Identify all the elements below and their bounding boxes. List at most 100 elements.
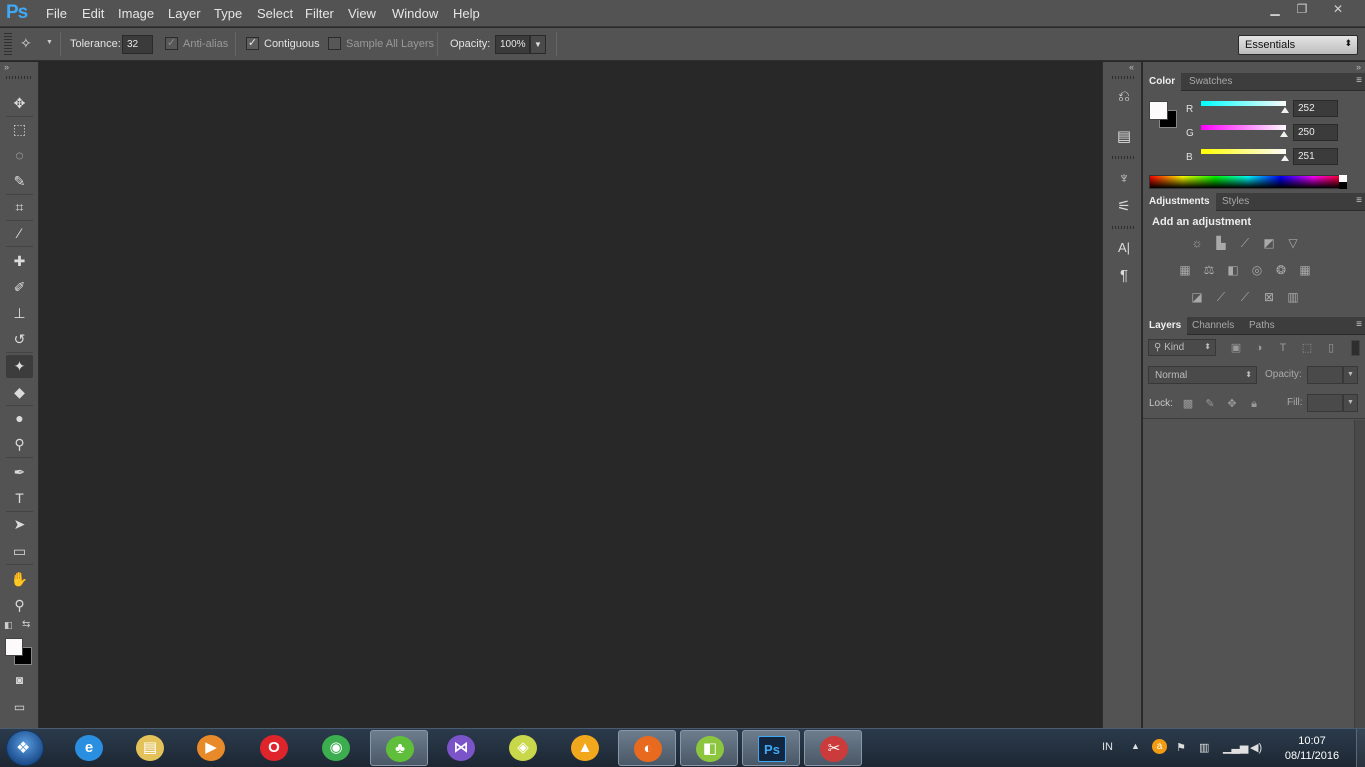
snipping-tool-taskbar-button[interactable]: ✂ [804, 730, 862, 766]
restore-icon[interactable]: ❐ [1291, 2, 1313, 16]
menu-select[interactable]: Select [257, 6, 293, 21]
opacity-input[interactable]: 100% [495, 35, 530, 54]
hue-saturation-icon[interactable]: ▦ [1177, 263, 1193, 277]
system-clock[interactable]: 10:07 08/11/2016 [1278, 734, 1346, 764]
layers-scrollbar[interactable] [1354, 420, 1365, 728]
close-icon[interactable]: ✕ [1327, 2, 1349, 16]
channel-r-slider-thumb[interactable] [1280, 107, 1289, 113]
spectrum-white-chip[interactable] [1339, 175, 1347, 182]
layer-filter-select[interactable]: ⚲ Kind ⬍ [1148, 339, 1216, 356]
black-white-icon[interactable]: ◧ [1225, 263, 1241, 277]
eraser-tool-icon[interactable]: ✦ [6, 355, 33, 378]
marquee-tool-icon[interactable]: ⬚ [6, 118, 33, 141]
photo-filter-icon[interactable]: ◎ [1249, 263, 1265, 277]
levels-icon[interactable]: ▙ [1213, 236, 1229, 250]
adjustment-layer-filter-icon[interactable]: ◑ [1252, 341, 1266, 355]
pixel-layer-filter-icon[interactable]: ▣ [1229, 341, 1243, 355]
media-player-taskbar-button[interactable]: ▶ [182, 730, 240, 766]
blur-tool-icon[interactable]: ● [6, 407, 33, 430]
opera-taskbar-button[interactable]: O [245, 730, 303, 766]
path-selection-tool-icon[interactable]: ➤ [6, 513, 33, 536]
start-button[interactable]: ❖ [6, 730, 44, 766]
opacity-chevron-down-icon[interactable]: ▼ [530, 35, 546, 54]
crop-tool-icon[interactable]: ⌗ [6, 196, 33, 219]
document-canvas-area[interactable] [40, 62, 1101, 728]
filter-toggle-switch[interactable] [1351, 340, 1360, 356]
contiguous-checkbox[interactable]: ✓ [246, 37, 259, 50]
green-app-taskbar-button[interactable]: ◧ [680, 730, 738, 766]
history-brush-tool-icon[interactable]: ↺ [6, 328, 33, 351]
channel-b-slider-thumb[interactable] [1280, 155, 1289, 161]
channel-b-slider[interactable] [1201, 149, 1286, 154]
magic-wand-icon[interactable]: ✧ [20, 35, 32, 52]
menu-view[interactable]: View [348, 6, 376, 21]
menu-type[interactable]: Type [214, 6, 242, 21]
paint-bucket-tool-icon[interactable]: ◆ [6, 381, 33, 404]
antialias-checkbox[interactable]: ✓ [165, 37, 178, 50]
channel-b-value-input[interactable]: 251 [1293, 148, 1338, 165]
quick-mask-icon[interactable]: ◙ [6, 669, 33, 692]
menu-filter[interactable]: Filter [305, 6, 334, 21]
panel-menu-icon[interactable]: ≡ [1356, 75, 1362, 86]
lock-transparent-pixels-icon[interactable]: ▩ [1181, 397, 1195, 411]
fill-input[interactable] [1307, 394, 1343, 412]
volume-icon[interactable]: ◀) [1250, 741, 1262, 754]
photoshop-taskbar-taskbar-button[interactable]: Ps [742, 730, 800, 766]
zoom-tool-icon[interactable]: ⚲ [6, 594, 33, 617]
exposure-icon[interactable]: ◩ [1261, 236, 1277, 250]
paragraph-panel-icon[interactable]: ¶ [1112, 265, 1136, 287]
sample-all-layers-checkbox[interactable] [328, 37, 341, 50]
blend-mode-select[interactable]: Normal ⬍ [1148, 366, 1257, 384]
sticky-notes-taskbar-button[interactable]: ◈ [494, 730, 552, 766]
workspace-select[interactable]: Essentials ⬍ [1238, 35, 1358, 55]
avast-tray-icon[interactable]: a [1152, 739, 1167, 754]
color-foreground-swatch[interactable] [1149, 101, 1168, 120]
lock-image-pixels-icon[interactable]: ✎ [1203, 397, 1217, 411]
history-panel-icon[interactable]: ⎌ [1112, 86, 1136, 108]
vibrance-icon[interactable]: ▽ [1285, 236, 1301, 250]
dock-group-grip[interactable] [1112, 226, 1134, 229]
clone-stamp-tool-icon[interactable]: ⊥ [6, 302, 33, 325]
color-balance-icon[interactable]: ⚖ [1201, 263, 1217, 277]
channel-r-slider[interactable] [1201, 101, 1286, 106]
minimize-icon[interactable]: ▁ [1264, 2, 1286, 16]
show-hidden-icons-chevron-up-icon[interactable]: ▲ [1131, 741, 1140, 751]
type-layer-filter-icon[interactable]: T [1276, 341, 1290, 355]
foreground-color-swatch[interactable] [5, 638, 23, 656]
aimp-taskbar-button[interactable]: ▲ [556, 730, 614, 766]
color-lookup-icon[interactable]: ▦ [1297, 263, 1313, 277]
action-center-flag-icon[interactable]: ⚑ [1176, 741, 1186, 754]
screen-mode-icon[interactable]: ▭ [6, 696, 33, 719]
language-indicator[interactable]: IN [1102, 741, 1113, 753]
toolbar-grip[interactable] [6, 76, 33, 79]
lock-position-icon[interactable]: ✥ [1225, 397, 1239, 411]
menu-image[interactable]: Image [118, 6, 154, 21]
tab-styles[interactable]: Styles [1216, 193, 1255, 211]
clover-taskbar-button[interactable]: ♣ [370, 730, 428, 766]
selective-color-icon[interactable]: ⊠ [1261, 290, 1277, 304]
invert-icon[interactable]: ◪ [1189, 290, 1205, 304]
menu-layer[interactable]: Layer [168, 6, 201, 21]
pen-tool-icon[interactable]: ✒ [6, 461, 33, 484]
smart-object-filter-icon[interactable]: ▯ [1324, 341, 1338, 355]
properties-panel-icon[interactable]: ▤ [1112, 126, 1136, 148]
network-signal-icon[interactable]: ▁▃▅ [1223, 741, 1248, 754]
expand-panels-icon[interactable]: « [1129, 62, 1134, 72]
layer-opacity-input[interactable] [1307, 366, 1343, 384]
hand-tool-icon[interactable]: ✋ [6, 568, 33, 591]
gradient-map-icon[interactable]: ▥ [1285, 290, 1301, 304]
type-tool-icon[interactable]: T [6, 487, 33, 510]
panel-menu-icon[interactable]: ≡ [1356, 195, 1362, 206]
eyedropper-tool-icon[interactable]: ⁄ [6, 222, 33, 245]
quick-selection-tool-icon[interactable]: ✎ [6, 170, 33, 193]
device-tray-icon[interactable]: ▥ [1199, 741, 1209, 754]
tab-color[interactable]: Color [1143, 73, 1182, 91]
channel-g-slider-thumb[interactable] [1280, 131, 1289, 137]
move-tool-icon[interactable]: ✥ [6, 92, 33, 115]
menu-edit[interactable]: Edit [82, 6, 104, 21]
healing-brush-tool-icon[interactable]: ✚ [6, 250, 33, 273]
panel-menu-icon[interactable]: ≡ [1356, 319, 1362, 330]
posterize-icon[interactable]: ⟋ [1213, 290, 1229, 304]
options-bar-grip[interactable] [4, 33, 12, 55]
brightness-contrast-icon[interactable]: ☼ [1189, 236, 1205, 250]
